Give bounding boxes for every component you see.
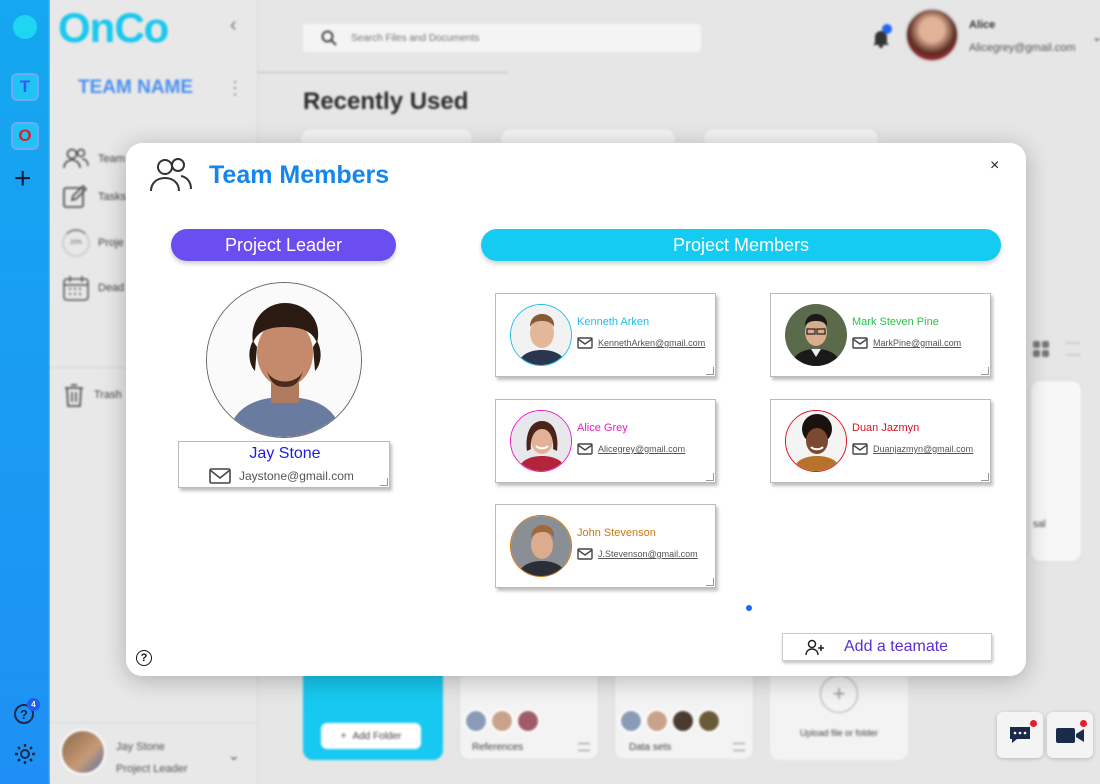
mail-icon: [852, 443, 868, 455]
members-section-header: Project Members: [481, 229, 1001, 261]
member-avatars: [464, 709, 540, 733]
plus-icon: +: [820, 675, 858, 713]
upload-label: Upload file or folder: [799, 728, 879, 738]
member-name: Kenneth Arken: [577, 316, 650, 328]
list-view-icon[interactable]: [1066, 342, 1080, 356]
notification-bell-icon[interactable]: [872, 24, 892, 53]
avatar: [671, 709, 695, 733]
member-email: J.Stevenson@gmail.com: [598, 549, 698, 559]
team-members-modal: Team Members × Project Leader Project Me…: [126, 143, 1026, 676]
add-folder-button[interactable]: + Add Folder: [321, 723, 421, 749]
member-email-row: Alicegrey@gmail.com: [577, 443, 685, 455]
avatar: [516, 709, 540, 733]
member-email: Alicegrey@gmail.com: [598, 444, 686, 454]
member-card[interactable]: Duan Jazmyn Duanjazmyn@gmail.com: [770, 399, 991, 483]
search-bar[interactable]: [303, 24, 701, 52]
team-members-icon: [150, 158, 192, 192]
chat-icon: [1010, 727, 1030, 743]
card-label: sal: [1033, 519, 1046, 530]
resize-handle[interactable]: [380, 478, 388, 486]
avatar[interactable]: [905, 8, 959, 62]
chat-notification-dot: [1030, 720, 1037, 727]
avatar: [490, 709, 514, 733]
video-notification-dot: [1080, 720, 1087, 727]
member-card[interactable]: Mark Steven Pine MarkPine@gmail.com: [770, 293, 991, 377]
app-root: T O + ? 4 OnCo ‹ TEAM NAME ⋮ Team Tasks 2…: [0, 0, 1100, 784]
leader-name: Jay Stone: [249, 445, 321, 462]
member-name: John Stevenson: [577, 527, 656, 539]
mail-icon: [852, 337, 868, 349]
add-teammate-label: Add a teamate: [844, 638, 949, 655]
resize-handle[interactable]: [706, 367, 714, 375]
member-card[interactable]: John Stevenson J.Stevenson@gmail.com: [495, 504, 716, 588]
add-folder-label: Add Folder: [352, 730, 402, 742]
leader-email-row: Jaystone@gmail.com: [209, 468, 354, 484]
header-divider: [258, 72, 507, 73]
mail-icon: [577, 443, 593, 455]
search-input[interactable]: [351, 32, 651, 44]
avatar: [464, 709, 488, 733]
video-camera-icon: [1056, 728, 1084, 743]
member-card[interactable]: Kenneth Arken KennethArken@gmail.com: [495, 293, 716, 377]
member-email: Duanjazmyn@gmail.com: [873, 444, 974, 454]
avatar: [645, 709, 669, 733]
mail-icon: [577, 337, 593, 349]
chevron-down-icon[interactable]: ⌄: [1092, 30, 1100, 44]
member-avatars: [619, 709, 721, 733]
menu-icon[interactable]: [733, 743, 745, 751]
member-email-row: MarkPine@gmail.com: [852, 337, 961, 349]
folder-label: Data sets: [629, 742, 672, 753]
add-user-icon: [805, 639, 824, 656]
member-name: Alice Grey: [577, 422, 628, 434]
close-icon[interactable]: ×: [990, 157, 999, 175]
leader-email: Jaystone@gmail.com: [239, 469, 354, 483]
notification-badge: [882, 24, 892, 34]
avatar: [785, 304, 847, 366]
add-teammate-button[interactable]: Add a teamate: [782, 633, 992, 661]
avatar: [510, 515, 572, 577]
search-icon: [321, 30, 337, 46]
leader-section-header: Project Leader: [171, 229, 396, 261]
avatar: [510, 410, 572, 472]
member-email-row: Duanjazmyn@gmail.com: [852, 443, 973, 455]
member-email: MarkPine@gmail.com: [873, 338, 962, 348]
resize-handle[interactable]: [981, 473, 989, 481]
resize-handle[interactable]: [706, 578, 714, 586]
grid-view-icon[interactable]: [1033, 341, 1049, 357]
member-name: Mark Steven Pine: [852, 316, 939, 328]
plus-icon: +: [340, 730, 347, 742]
avatar: [510, 304, 572, 366]
avatar: [785, 410, 847, 472]
leader-card[interactable]: Jay Stone Jaystone@gmail.com: [178, 441, 390, 488]
resize-handle[interactable]: [706, 473, 714, 481]
help-icon[interactable]: ?: [136, 650, 152, 666]
member-email-row: J.Stevenson@gmail.com: [577, 548, 698, 560]
header-user-email: Alicegrey@gmail.com: [969, 42, 1076, 54]
pagination-dot[interactable]: [746, 605, 752, 611]
chat-button[interactable]: [997, 712, 1043, 758]
recent-card-partial[interactable]: sal: [1030, 380, 1082, 562]
member-card[interactable]: Alice Grey Alicegrey@gmail.com: [495, 399, 716, 483]
video-call-button[interactable]: [1047, 712, 1093, 758]
avatar: [697, 709, 721, 733]
leader-avatar: [206, 282, 362, 438]
member-email: KennethArken@gmail.com: [598, 338, 706, 348]
member-email-row: KennethArken@gmail.com: [577, 337, 705, 349]
menu-icon[interactable]: [578, 743, 590, 751]
mail-icon: [209, 468, 231, 484]
modal-title: Team Members: [209, 161, 390, 189]
member-name: Duan Jazmyn: [852, 422, 920, 434]
avatar: [619, 709, 643, 733]
page-title: Recently Used: [303, 88, 469, 115]
header-user-name: Alice: [969, 19, 996, 31]
mail-icon: [577, 548, 593, 560]
resize-handle[interactable]: [981, 367, 989, 375]
folder-label: References: [472, 742, 524, 753]
